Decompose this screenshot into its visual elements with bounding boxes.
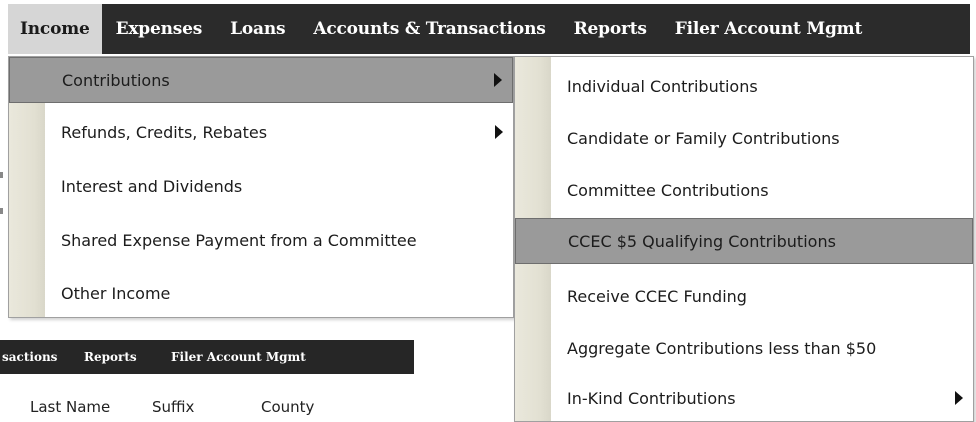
menu-item-label: Shared Expense Payment from a Committee xyxy=(61,230,417,250)
menu-item-label: Interest and Dividends xyxy=(61,176,243,196)
menu-loans[interactable]: Loans xyxy=(216,4,299,54)
menu-item-committee-contributions[interactable]: Committee Contributions xyxy=(515,167,973,213)
menu-reports[interactable]: Reports xyxy=(560,4,661,54)
menu-income[interactable]: Income xyxy=(8,4,102,54)
menu-item-receive-ccec-funding[interactable]: Receive CCEC Funding xyxy=(515,273,973,319)
submenu-arrow-icon xyxy=(955,391,963,405)
main-menubar: Income Expenses Loans Accounts & Transac… xyxy=(8,4,970,54)
menu-filer-account-mgmt[interactable]: Filer Account Mgmt xyxy=(661,4,876,54)
menu-item-label: Individual Contributions xyxy=(567,76,758,96)
menu-item-in-kind-contributions[interactable]: In-Kind Contributions xyxy=(515,375,973,421)
menu-item-label: Contributions xyxy=(62,70,170,90)
submenu-arrow-icon xyxy=(495,125,503,139)
inset-menubar: sactions Reports Filer Account Mgmt xyxy=(0,340,414,374)
menu-item-refunds-credits-rebates[interactable]: Refunds, Credits, Rebates xyxy=(9,109,513,155)
contributions-submenu: Individual Contributions Candidate or Fa… xyxy=(514,56,974,422)
edge-mark xyxy=(0,208,3,214)
menu-item-label: In-Kind Contributions xyxy=(567,388,736,408)
column-header-suffix: Suffix xyxy=(152,398,195,416)
menu-item-label: Receive CCEC Funding xyxy=(567,286,747,306)
column-header-county: County xyxy=(261,398,315,416)
menu-item-individual-contributions[interactable]: Individual Contributions xyxy=(515,63,973,109)
inset-menu-reports[interactable]: Reports xyxy=(84,350,137,364)
menu-item-label: CCEC $5 Qualifying Contributions xyxy=(568,231,836,251)
edge-mark xyxy=(0,172,3,178)
menu-item-label: Committee Contributions xyxy=(567,180,769,200)
menu-expenses[interactable]: Expenses xyxy=(102,4,217,54)
submenu-arrow-icon xyxy=(494,73,502,87)
menu-item-ccec-qualifying-contributions[interactable]: CCEC $5 Qualifying Contributions xyxy=(515,218,973,264)
menu-item-aggregate-contributions[interactable]: Aggregate Contributions less than $50 xyxy=(515,325,973,371)
menu-accounts-transactions[interactable]: Accounts & Transactions xyxy=(299,4,559,54)
menu-item-label: Refunds, Credits, Rebates xyxy=(61,122,268,142)
menu-item-other-income[interactable]: Other Income xyxy=(9,270,513,316)
menu-item-contributions[interactable]: Contributions xyxy=(9,57,513,103)
inset-menu-filer-account-mgmt[interactable]: Filer Account Mgmt xyxy=(171,350,306,364)
menu-item-interest-and-dividends[interactable]: Interest and Dividends xyxy=(9,163,513,209)
menu-item-label: Aggregate Contributions less than $50 xyxy=(567,338,877,358)
income-dropdown: Contributions Refunds, Credits, Rebates … xyxy=(8,56,514,318)
menu-item-candidate-family-contributions[interactable]: Candidate or Family Contributions xyxy=(515,115,973,161)
column-header-last-name: Last Name xyxy=(30,398,111,416)
menu-item-label: Candidate or Family Contributions xyxy=(567,128,840,148)
menu-item-shared-expense-payment[interactable]: Shared Expense Payment from a Committee xyxy=(9,217,513,263)
inset-menu-transactions[interactable]: sactions xyxy=(2,350,57,364)
menu-item-label: Other Income xyxy=(61,283,171,303)
